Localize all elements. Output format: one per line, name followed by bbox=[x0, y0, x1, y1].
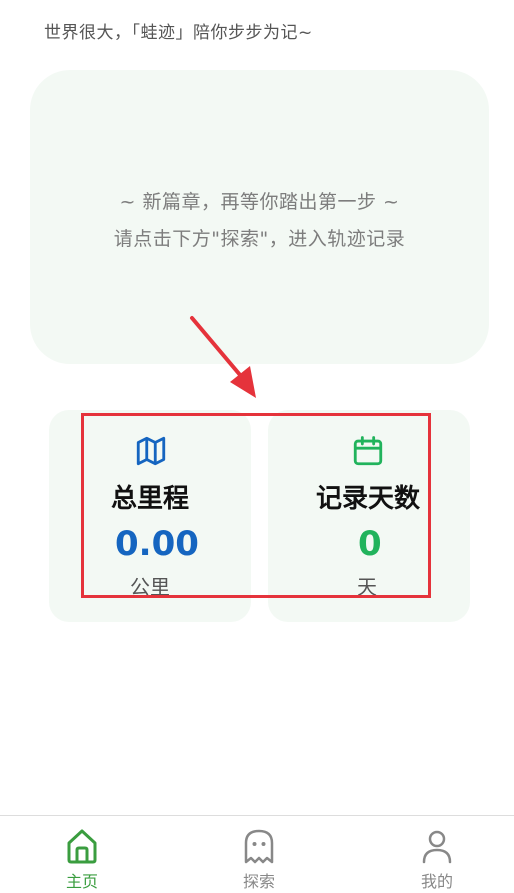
tab-home-label: 主页 bbox=[65, 872, 98, 891]
home-page: 世界很大，「蛙迹」陪你步步为记~ ~ 新篇章，再等你踏出第一步 ~ 请点击下方"… bbox=[0, 0, 514, 893]
ghost-icon bbox=[244, 829, 274, 864]
user-icon bbox=[422, 830, 452, 864]
bottom-tab-bar: 主页 探索 我的 bbox=[0, 815, 514, 893]
annotation-highlight-box bbox=[81, 413, 431, 598]
tab-home[interactable]: 主页 bbox=[22, 816, 142, 893]
tagline: 世界很大，「蛙迹」陪你步步为记~ bbox=[44, 23, 313, 43]
tab-profile[interactable]: 我的 bbox=[377, 816, 497, 893]
empty-state-hint: 请点击下方"探索"，进入轨迹记录 bbox=[113, 228, 406, 250]
home-icon bbox=[67, 829, 97, 864]
empty-state-title: ~ 新篇章，再等你踏出第一步 ~ bbox=[119, 191, 400, 213]
annotation-arrow bbox=[190, 316, 256, 398]
tab-explore[interactable]: 探索 bbox=[199, 816, 319, 893]
tab-profile-label: 我的 bbox=[420, 872, 453, 891]
tab-explore-label: 探索 bbox=[242, 872, 275, 891]
